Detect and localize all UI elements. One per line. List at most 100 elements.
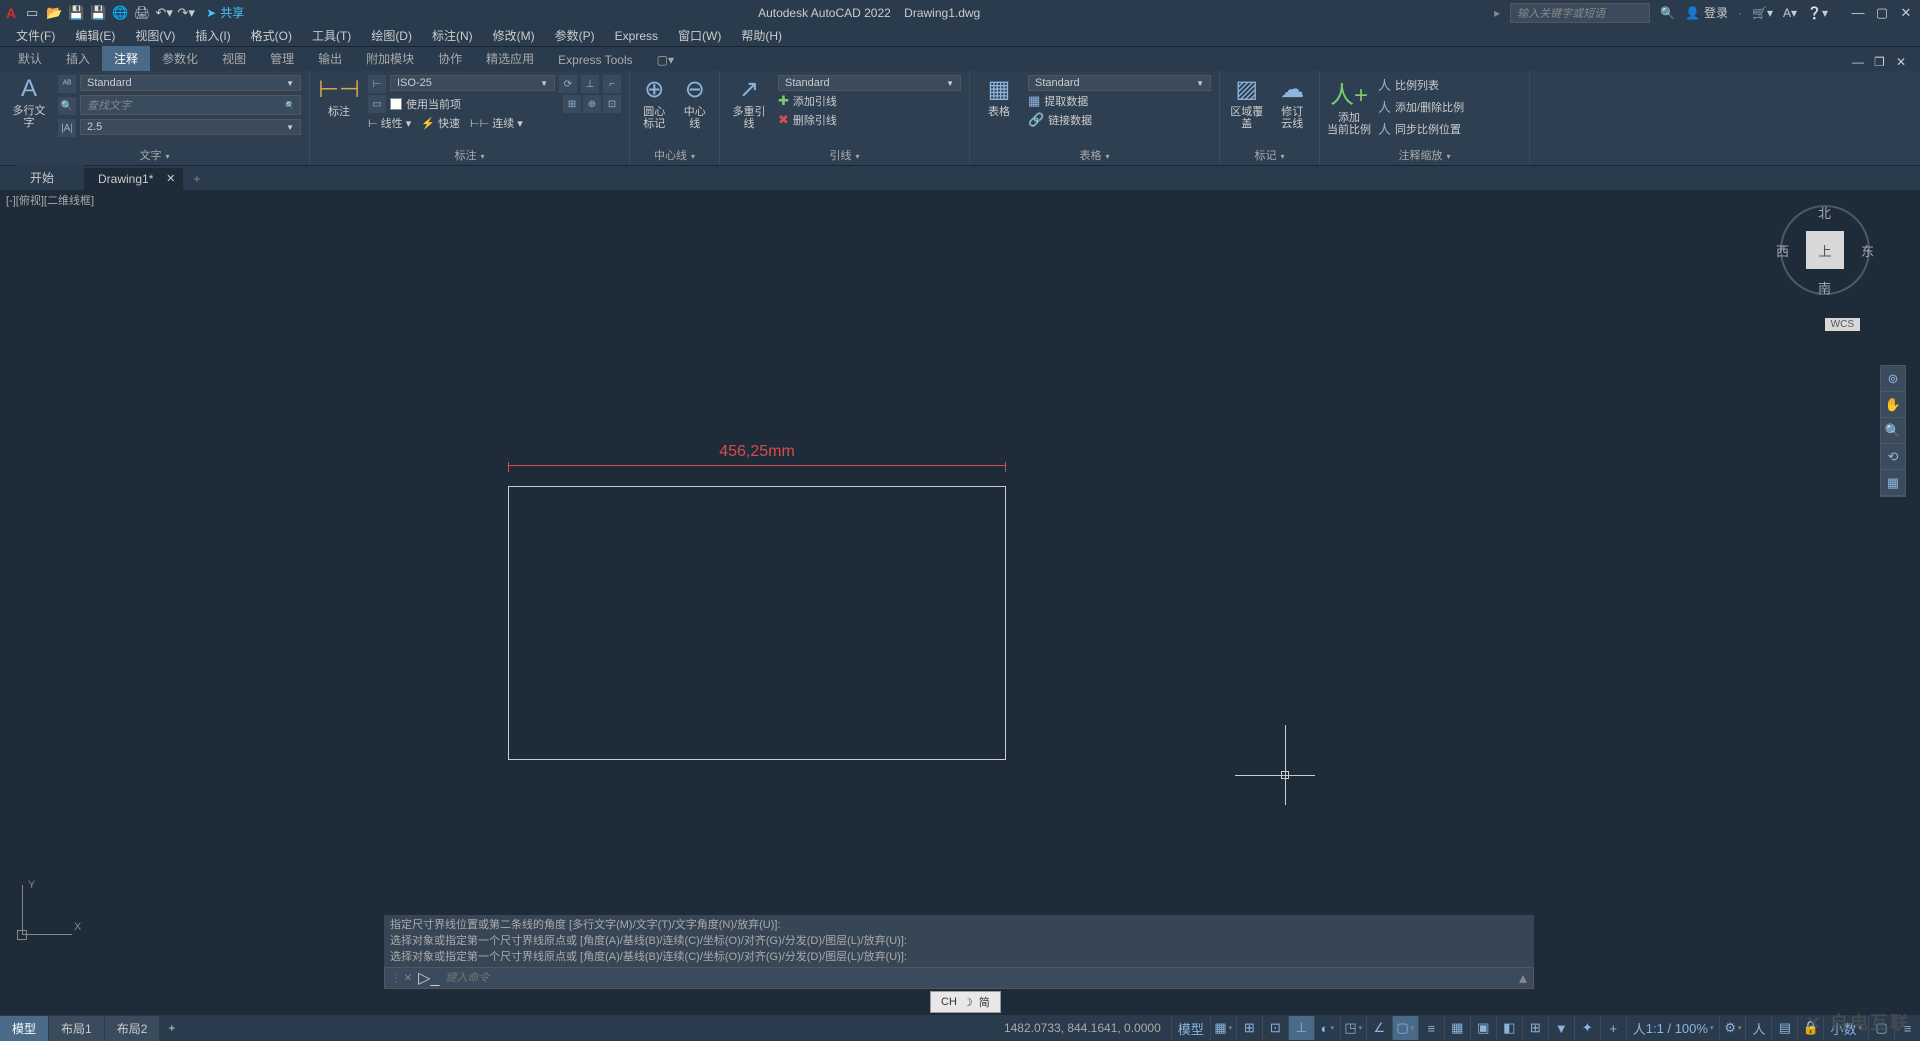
link-data-button[interactable]: 🔗链接数据 (1028, 112, 1211, 128)
dimension-button[interactable]: ⊢⊣ 标注 (318, 75, 360, 118)
menu-express[interactable]: Express (605, 27, 668, 45)
viewcube-west[interactable]: 西 (1776, 241, 1789, 260)
grid-icon[interactable]: ▦▾ (1210, 1016, 1236, 1040)
menu-tools[interactable]: 工具(T) (302, 25, 361, 46)
viewcube-face[interactable]: 上 (1806, 231, 1844, 269)
dim-break-icon[interactable]: ⊥ (581, 75, 599, 93)
quickprops-icon[interactable]: ▤ (1771, 1016, 1797, 1040)
tab-view[interactable]: 视图 (210, 46, 258, 71)
dim-quick-button[interactable]: ⚡ 快速 (421, 115, 460, 131)
help-icon[interactable]: ❔▾ (1807, 6, 1828, 20)
web-icon[interactable]: 🌐 (112, 5, 128, 21)
drawing-area[interactable]: [-][俯视][二维线框] 上 北 南 西 东 WCS ⊚ ✋ 🔍 ⟲ ▦ 45… (0, 190, 1920, 1015)
mleader-button[interactable]: ↗ 多重引线 (728, 75, 770, 130)
panel-center-label[interactable]: 中心线 (638, 145, 711, 163)
layout-model[interactable]: 模型 (0, 1016, 49, 1041)
menu-modify[interactable]: 修改(M) (483, 25, 545, 46)
infer-icon[interactable]: ⊡ (1262, 1016, 1288, 1040)
annomonitor-icon[interactable]: + (1600, 1016, 1626, 1040)
menu-help[interactable]: 帮助(H) (731, 25, 792, 46)
layout-1[interactable]: 布局1 (49, 1016, 105, 1041)
menu-view[interactable]: 视图(V) (125, 25, 185, 46)
tab-default[interactable]: 默认 (6, 46, 54, 71)
find-input[interactable]: 查找文字🔍 (80, 95, 301, 115)
dim-insp-icon[interactable]: ⊡ (603, 95, 621, 113)
search-icon[interactable]: 🔍 (1660, 6, 1675, 20)
annoscale-readout[interactable]: 人 1:1 / 100%▾ (1626, 1016, 1720, 1040)
cmd-handle-icon[interactable]: ⋮ ✕ (391, 973, 412, 984)
cmd-up-icon[interactable]: ▴ (1519, 968, 1527, 988)
revcloud-button[interactable]: ☁ 修订 云线 (1274, 75, 1312, 130)
use-current-checkbox[interactable] (390, 98, 402, 110)
plot-icon[interactable]: 🖨 (134, 5, 150, 21)
tab-featured[interactable]: 精选应用 (474, 46, 546, 71)
panel-leader-label[interactable]: 引线 (728, 145, 961, 163)
showmotion-icon[interactable]: ▦ (1881, 470, 1905, 496)
menu-insert[interactable]: 插入(I) (185, 25, 240, 46)
mleader-style-dropdown[interactable]: Standard▼ (778, 75, 961, 91)
tab-add-button[interactable]: + (183, 168, 210, 190)
dim-layer-icon[interactable]: ▭ (368, 95, 386, 113)
wcs-badge[interactable]: WCS (1825, 318, 1860, 331)
doc-minimize-icon[interactable]: — (1852, 55, 1870, 71)
search-input[interactable]: 输入关键字或短语 (1510, 3, 1650, 23)
annovis-icon[interactable]: 人 (1745, 1016, 1771, 1040)
dim-jog-icon[interactable]: ⌐ (603, 75, 621, 93)
tab-start[interactable]: 开始 (16, 165, 84, 190)
cart-icon[interactable]: 🛒▾ (1752, 6, 1773, 20)
undo-icon[interactable]: ↶▾ (156, 5, 172, 21)
panel-markup-label[interactable]: 标记 (1228, 145, 1311, 163)
ortho-icon[interactable]: ⊥ (1288, 1016, 1314, 1040)
rectangle-entity[interactable] (508, 486, 1006, 760)
mtext-button[interactable]: A 多行文字 (8, 75, 50, 129)
menu-window[interactable]: 窗口(W) (668, 25, 731, 46)
viewcube-south[interactable]: 南 (1818, 278, 1831, 297)
dim-center-icon[interactable]: ⊕ (583, 95, 601, 113)
tab-expresstools[interactable]: Express Tools (546, 49, 644, 71)
tab-output[interactable]: 输出 (306, 46, 354, 71)
menu-draw[interactable]: 绘图(D) (361, 25, 422, 46)
doc-close-icon[interactable]: ✕ (1896, 55, 1914, 71)
menu-parametric[interactable]: 参数(P) (545, 25, 605, 46)
doc-restore-icon[interactable]: ❐ (1874, 55, 1892, 71)
remove-leader-button[interactable]: ✖删除引线 (778, 112, 961, 128)
spellcheck-icon[interactable]: ᴬᴮ (58, 75, 76, 93)
zoom-icon[interactable]: 🔍 (1881, 418, 1905, 444)
user-icon[interactable]: 👤 登录 (1685, 4, 1728, 21)
menu-file[interactable]: 文件(F) (6, 25, 65, 46)
text-height-icon[interactable]: |A| (58, 119, 76, 137)
table-button[interactable]: ▦ 表格 (978, 75, 1020, 118)
lineweight-icon[interactable]: ≡ (1418, 1016, 1444, 1040)
add-leader-button[interactable]: ✚添加引线 (778, 93, 961, 109)
tab-insert[interactable]: 插入 (54, 46, 102, 71)
panel-dim-label[interactable]: 标注 (318, 145, 621, 163)
fullnav-icon[interactable]: ⊚ (1881, 366, 1905, 392)
find-icon[interactable]: 🔍 (58, 97, 76, 115)
tab-drawing1[interactable]: Drawing1* ✕ (84, 168, 183, 190)
layout-add-button[interactable]: + (160, 1017, 183, 1039)
addscale-button[interactable]: 人+ 添加 当前比例 (1328, 75, 1370, 136)
viewcube-north[interactable]: 北 (1818, 203, 1831, 222)
redo-icon[interactable]: ↷▾ (178, 5, 194, 21)
autodesk-icon[interactable]: A▾ (1783, 6, 1797, 20)
3dosnap-icon[interactable]: ◧ (1496, 1016, 1522, 1040)
dim-update-icon[interactable]: ⟳ (559, 75, 577, 93)
gizmo-icon[interactable]: ✦ (1574, 1016, 1600, 1040)
panel-table-label[interactable]: 表格 (978, 145, 1211, 163)
extract-data-button[interactable]: ▦提取数据 (1028, 93, 1211, 109)
menu-dimension[interactable]: 标注(N) (422, 25, 483, 46)
text-height-dropdown[interactable]: 2.5▼ (80, 119, 301, 135)
dynamicucs-icon[interactable]: ⊞ (1522, 1016, 1548, 1040)
menu-edit[interactable]: 编辑(E) (65, 25, 125, 46)
command-input[interactable] (445, 972, 1513, 984)
adddel-scale-button[interactable]: 人添加/删除比例 (1378, 97, 1521, 116)
workspace-icon[interactable]: ⚙▾ (1719, 1016, 1745, 1040)
command-input-bar[interactable]: ⋮ ✕ ▷_ ▴ (384, 967, 1534, 989)
dim-style-icon[interactable]: ⊢ (368, 75, 386, 93)
maximize-icon[interactable]: ▢ (1874, 5, 1890, 21)
transparency-icon[interactable]: ▦ (1444, 1016, 1470, 1040)
panel-text-label[interactable]: 文字 (8, 145, 301, 163)
dimstyle-dropdown[interactable]: ISO-25▼ (390, 75, 555, 91)
menu-format[interactable]: 格式(O) (241, 25, 302, 46)
orbit-icon[interactable]: ⟲ (1881, 444, 1905, 470)
